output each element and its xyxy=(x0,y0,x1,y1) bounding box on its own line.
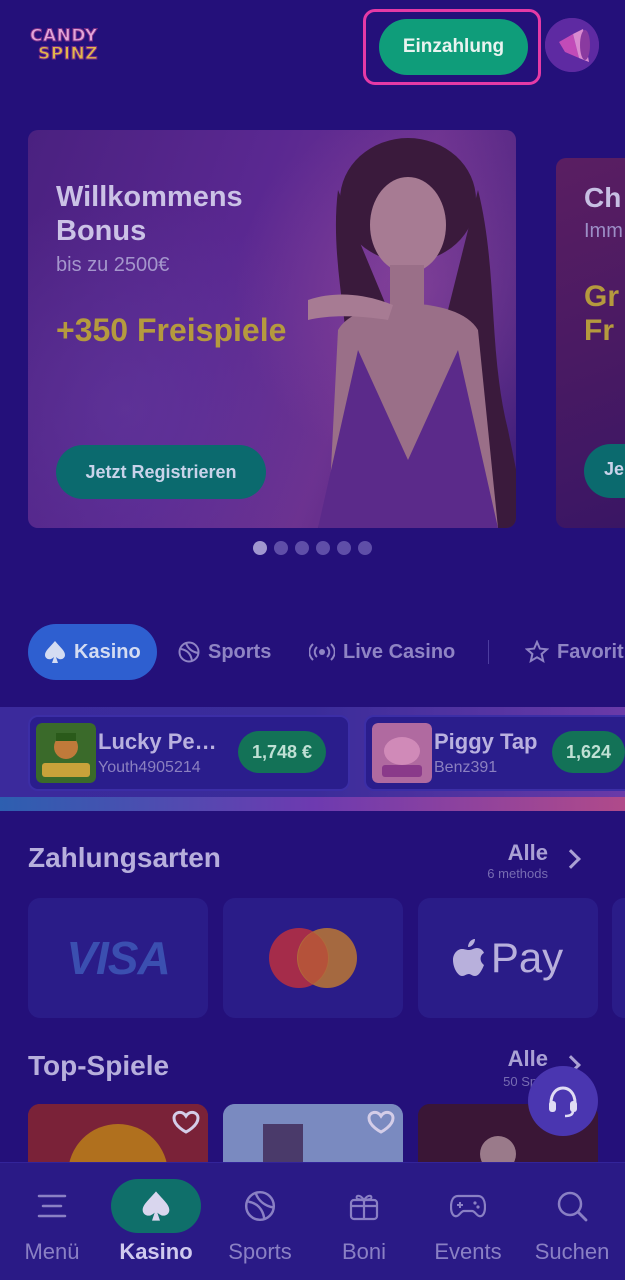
carousel-dot[interactable] xyxy=(316,541,330,555)
payment-card-apple-pay[interactable]: Pay xyxy=(418,898,598,1018)
tab-favorites[interactable]: Favorit xyxy=(525,624,624,680)
payments-title: Zahlungsarten xyxy=(28,842,221,873)
mastercard-logo xyxy=(269,928,357,988)
megaphone-icon[interactable] xyxy=(545,18,599,72)
winner-card[interactable]: Piggy Tap Benz391 1,624 xyxy=(364,715,625,791)
recent-winners-ticker: Lucky Pe… Youth4905214 1,748 € Piggy Tap… xyxy=(0,707,625,811)
live-icon xyxy=(309,643,335,661)
top-games-title: Top-Spiele xyxy=(28,1050,170,1081)
game-thumbnail xyxy=(28,1104,208,1164)
carousel-dot[interactable] xyxy=(253,541,267,555)
tab-live-casino[interactable]: Live Casino xyxy=(309,624,455,680)
banner-title: Willkommens Bonus xyxy=(56,181,243,247)
banner-model-image xyxy=(308,138,516,528)
payment-card-visa[interactable]: VISA xyxy=(28,898,208,1018)
winner-card[interactable]: Lucky Pe… Youth4905214 1,748 € xyxy=(28,715,350,791)
register-button[interactable]: Jetzt Registrieren xyxy=(56,445,266,499)
nav-kasino[interactable]: Kasino xyxy=(101,1163,211,1280)
apple-icon xyxy=(452,939,484,976)
nav-events[interactable]: Events xyxy=(413,1163,523,1280)
search-icon xyxy=(557,1191,588,1222)
spade-icon xyxy=(45,641,65,663)
payments-count: 6 methods xyxy=(487,866,548,881)
game-card[interactable] xyxy=(223,1104,403,1164)
bottom-navigation: Menü Kasino Sports Boni Events Suchen xyxy=(0,1162,625,1280)
game-card[interactable] xyxy=(28,1104,208,1164)
banner-highlight: +350 Freispiele xyxy=(56,312,287,348)
ball-icon xyxy=(178,641,200,663)
ball-icon xyxy=(244,1190,276,1222)
second-promo-banner[interactable]: Ch Imm Gr Fr Je xyxy=(556,158,625,528)
nav-search[interactable]: Suchen xyxy=(517,1163,625,1280)
chevron-right-icon[interactable] xyxy=(561,849,581,869)
carousel-dot[interactable] xyxy=(274,541,288,555)
carousel-dot[interactable] xyxy=(358,541,372,555)
spade-icon xyxy=(142,1191,170,1221)
gamepad-icon xyxy=(450,1194,486,1218)
lucky-penny-thumbnail xyxy=(36,723,96,783)
payment-card-mastercard[interactable] xyxy=(223,898,403,1018)
headset-icon xyxy=(549,1086,577,1118)
banner-subtitle: bis zu 2500€ xyxy=(56,254,170,276)
payment-card-partial[interactable] xyxy=(612,898,625,1018)
carousel-dot[interactable] xyxy=(337,541,351,555)
gift-icon xyxy=(349,1194,379,1221)
category-tabs: Kasino Sports Live Casino Favorit xyxy=(28,624,625,680)
nav-boni[interactable]: Boni xyxy=(309,1163,419,1280)
game-thumbnail xyxy=(223,1104,403,1164)
top-games-all-link[interactable]: Alle xyxy=(480,1046,548,1072)
tab-kasino[interactable]: Kasino xyxy=(28,624,157,680)
nav-sports[interactable]: Sports xyxy=(205,1163,315,1280)
welcome-bonus-banner[interactable]: Willkommens Bonus bis zu 2500€ +350 Frei… xyxy=(28,130,516,528)
top-games-count: 50 Spi xyxy=(503,1074,540,1089)
menu-icon xyxy=(37,1194,67,1218)
tab-divider xyxy=(488,640,489,664)
star-icon xyxy=(525,640,549,664)
carousel-dot[interactable] xyxy=(295,541,309,555)
header: CANDY SPINZ Einzahlung xyxy=(0,0,625,100)
payments-all-link[interactable]: Alle xyxy=(480,840,548,866)
piggy-tap-thumbnail xyxy=(372,723,432,783)
second-banner-cta[interactable]: Je xyxy=(584,444,625,498)
support-chat-button[interactable] xyxy=(528,1066,598,1136)
nav-menu[interactable]: Menü xyxy=(0,1163,107,1280)
carousel-indicator xyxy=(253,541,372,555)
ticker-decoration xyxy=(0,797,625,811)
tab-sports[interactable]: Sports xyxy=(178,624,271,680)
deposit-button[interactable]: Einzahlung xyxy=(379,19,528,75)
candy-spinz-logo[interactable]: CANDY SPINZ xyxy=(28,24,108,66)
